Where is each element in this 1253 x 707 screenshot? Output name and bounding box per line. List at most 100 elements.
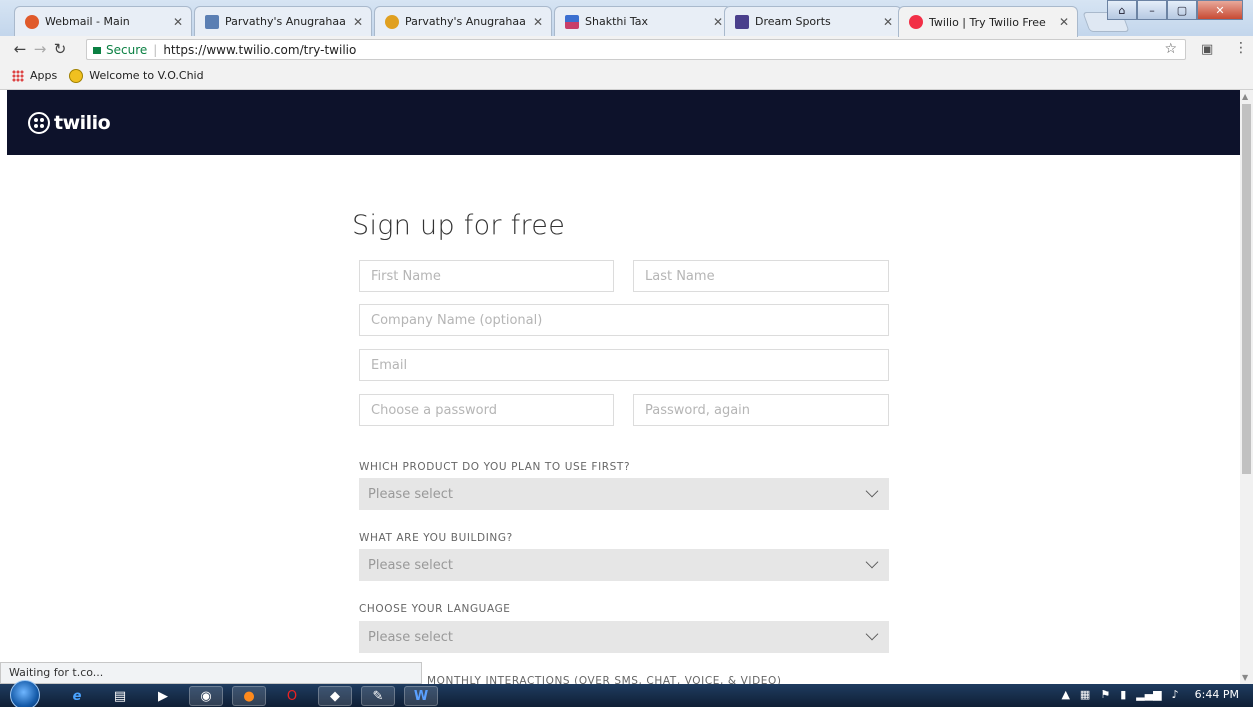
tab-parvathy-2[interactable]: Parvathy's Anugrahaa Int ✕	[374, 6, 552, 36]
last-name-field[interactable]: Last Name	[633, 260, 889, 292]
first-name-placeholder: First Name	[371, 268, 441, 284]
brand-name: twilio	[54, 112, 111, 134]
volume-icon[interactable]: ♪	[1172, 688, 1179, 701]
start-button[interactable]	[10, 680, 40, 707]
clock[interactable]: 6:44 PM	[1195, 688, 1239, 701]
firefox-taskbar-icon[interactable]: ●	[232, 686, 266, 706]
word-taskbar-icon[interactable]: W	[404, 686, 438, 706]
close-tab-icon[interactable]: ✕	[353, 15, 363, 29]
back-arrow-icon[interactable]: ←	[10, 40, 30, 58]
language-select-value: Please select	[368, 629, 453, 645]
page-title: Sign up for free	[352, 210, 566, 241]
last-name-placeholder: Last Name	[645, 268, 715, 284]
twilio-icon	[909, 15, 923, 29]
tab-dream-sports[interactable]: Dream Sports ✕	[724, 6, 902, 36]
twilio-logo-icon	[28, 112, 50, 134]
internet-explorer-icon[interactable]: e	[60, 686, 94, 706]
product-select[interactable]: Please select	[359, 478, 889, 510]
browser-toolbar: ← → ↻ Secure | https://www.twilio.com/tr…	[0, 36, 1253, 62]
email-placeholder: Email	[371, 357, 408, 373]
product-select-value: Please select	[368, 486, 453, 502]
maximize-button[interactable]: ▢	[1167, 0, 1197, 20]
lock-icon	[93, 47, 101, 54]
file-explorer-icon[interactable]: ▤	[103, 686, 137, 706]
forward-arrow-icon[interactable]: →	[30, 40, 50, 58]
scroll-up-arrow-icon[interactable]: ▲	[1242, 92, 1248, 101]
bookmark-item[interactable]: Welcome to V.O.Chid	[69, 68, 204, 83]
tab-title: Dream Sports	[755, 15, 831, 28]
password-again-placeholder: Password, again	[645, 402, 751, 418]
tab-title: Parvathy's Anugrahaa Int	[405, 15, 527, 28]
tab-title: Parvathy's Anugrahaa Int	[225, 15, 347, 28]
status-bubble: Waiting for t.co...	[0, 662, 422, 684]
url-text[interactable]: https://www.twilio.com/try-twilio	[163, 43, 356, 57]
tab-parvathy-1[interactable]: Parvathy's Anugrahaa Int ✕	[194, 6, 372, 36]
secure-indicator[interactable]: Secure	[93, 43, 147, 57]
chevron-down-icon	[865, 484, 879, 498]
language-select[interactable]: Please select	[359, 621, 889, 653]
chevron-down-icon	[865, 627, 879, 641]
product-question-label: WHICH PRODUCT DO YOU PLAN TO USE FIRST?	[359, 461, 631, 473]
company-field[interactable]: Company Name (optional)	[359, 304, 889, 336]
close-tab-icon[interactable]: ✕	[713, 15, 723, 29]
messenger-taskbar-icon[interactable]: ◆	[318, 686, 352, 706]
password-field[interactable]: Choose a password	[359, 394, 614, 426]
address-bar[interactable]: Secure | https://www.twilio.com/try-twil…	[86, 39, 1186, 60]
apps-shortcut[interactable]: Apps	[12, 69, 57, 82]
close-tab-icon[interactable]: ✕	[533, 15, 543, 29]
monthly-interactions-label: MONTHLY INTERACTIONS (OVER SMS, CHAT, VO…	[427, 675, 782, 684]
tab-title: Twilio | Try Twilio Free	[929, 15, 1046, 29]
page-viewport: twilio Sign up for free First Name Last …	[7, 90, 1240, 684]
apps-label: Apps	[30, 69, 58, 82]
show-hidden-icons-icon[interactable]: ▲	[1061, 688, 1069, 701]
bookmark-star-icon[interactable]: ☆	[1164, 41, 1177, 57]
apps-grid-icon	[12, 69, 24, 82]
action-center-flag-icon[interactable]: ⚑	[1100, 688, 1110, 701]
scrollbar-thumb[interactable]	[1242, 104, 1251, 474]
reload-icon[interactable]: ↻	[50, 40, 70, 58]
close-window-button[interactable]: ✕	[1197, 0, 1243, 20]
close-tab-icon[interactable]: ✕	[883, 15, 893, 29]
chrome-taskbar-icon[interactable]: ◉	[189, 686, 223, 706]
network-icon[interactable]: ▮	[1120, 688, 1126, 701]
close-tab-icon[interactable]: ✕	[173, 15, 183, 29]
divider: |	[153, 42, 158, 57]
site-icon	[205, 14, 219, 29]
tab-title: Webmail - Main	[45, 15, 130, 28]
signup-form: Sign up for free	[352, 210, 892, 241]
email-field[interactable]: Email	[359, 349, 889, 381]
twilio-logo[interactable]: twilio	[28, 112, 111, 134]
extension-icon[interactable]: ▣	[1201, 42, 1213, 57]
tab-twilio[interactable]: Twilio | Try Twilio Free ✕	[898, 6, 1078, 37]
site-icon	[385, 14, 399, 29]
paint-taskbar-icon[interactable]: ✎	[361, 686, 395, 706]
chevron-down-icon	[865, 555, 879, 569]
password-again-field[interactable]: Password, again	[633, 394, 889, 426]
opera-taskbar-icon[interactable]: O	[275, 686, 309, 706]
minimize-button[interactable]: –	[1137, 0, 1167, 20]
language-question-label: CHOOSE YOUR LANGUAGE	[359, 603, 511, 615]
user-profile-button[interactable]: ⌂	[1107, 0, 1137, 20]
first-name-field[interactable]: First Name	[359, 260, 614, 292]
close-tab-icon[interactable]: ✕	[1059, 15, 1069, 29]
media-player-icon[interactable]: ▶	[146, 686, 180, 706]
password-placeholder: Choose a password	[371, 402, 497, 418]
bookmark-favicon	[69, 68, 84, 83]
scroll-down-arrow-icon[interactable]: ▼	[1242, 673, 1248, 682]
twilio-header: twilio	[7, 90, 1240, 155]
app-tray-icon[interactable]: ▦	[1080, 688, 1090, 701]
building-select[interactable]: Please select	[359, 549, 889, 581]
company-placeholder: Company Name (optional)	[371, 312, 543, 328]
site-icon	[735, 14, 749, 29]
cpanel-icon	[25, 14, 39, 29]
tab-webmail[interactable]: Webmail - Main ✕	[14, 6, 192, 36]
site-icon	[565, 14, 579, 29]
tab-shakthi-tax[interactable]: Shakthi Tax ✕	[554, 6, 732, 36]
building-select-value: Please select	[368, 557, 453, 573]
page-scrollbar[interactable]: ▲ ▼	[1240, 90, 1253, 684]
signal-bars-icon[interactable]: ▂▄▆	[1136, 688, 1161, 701]
bookmarks-bar: Apps Welcome to V.O.Chid	[0, 62, 1253, 90]
menu-dots-icon[interactable]: ⋮	[1234, 40, 1248, 56]
system-tray: ▲ ▦ ⚑ ▮ ▂▄▆ ♪ 6:44 PM	[1051, 688, 1239, 701]
secure-label: Secure	[106, 42, 148, 57]
